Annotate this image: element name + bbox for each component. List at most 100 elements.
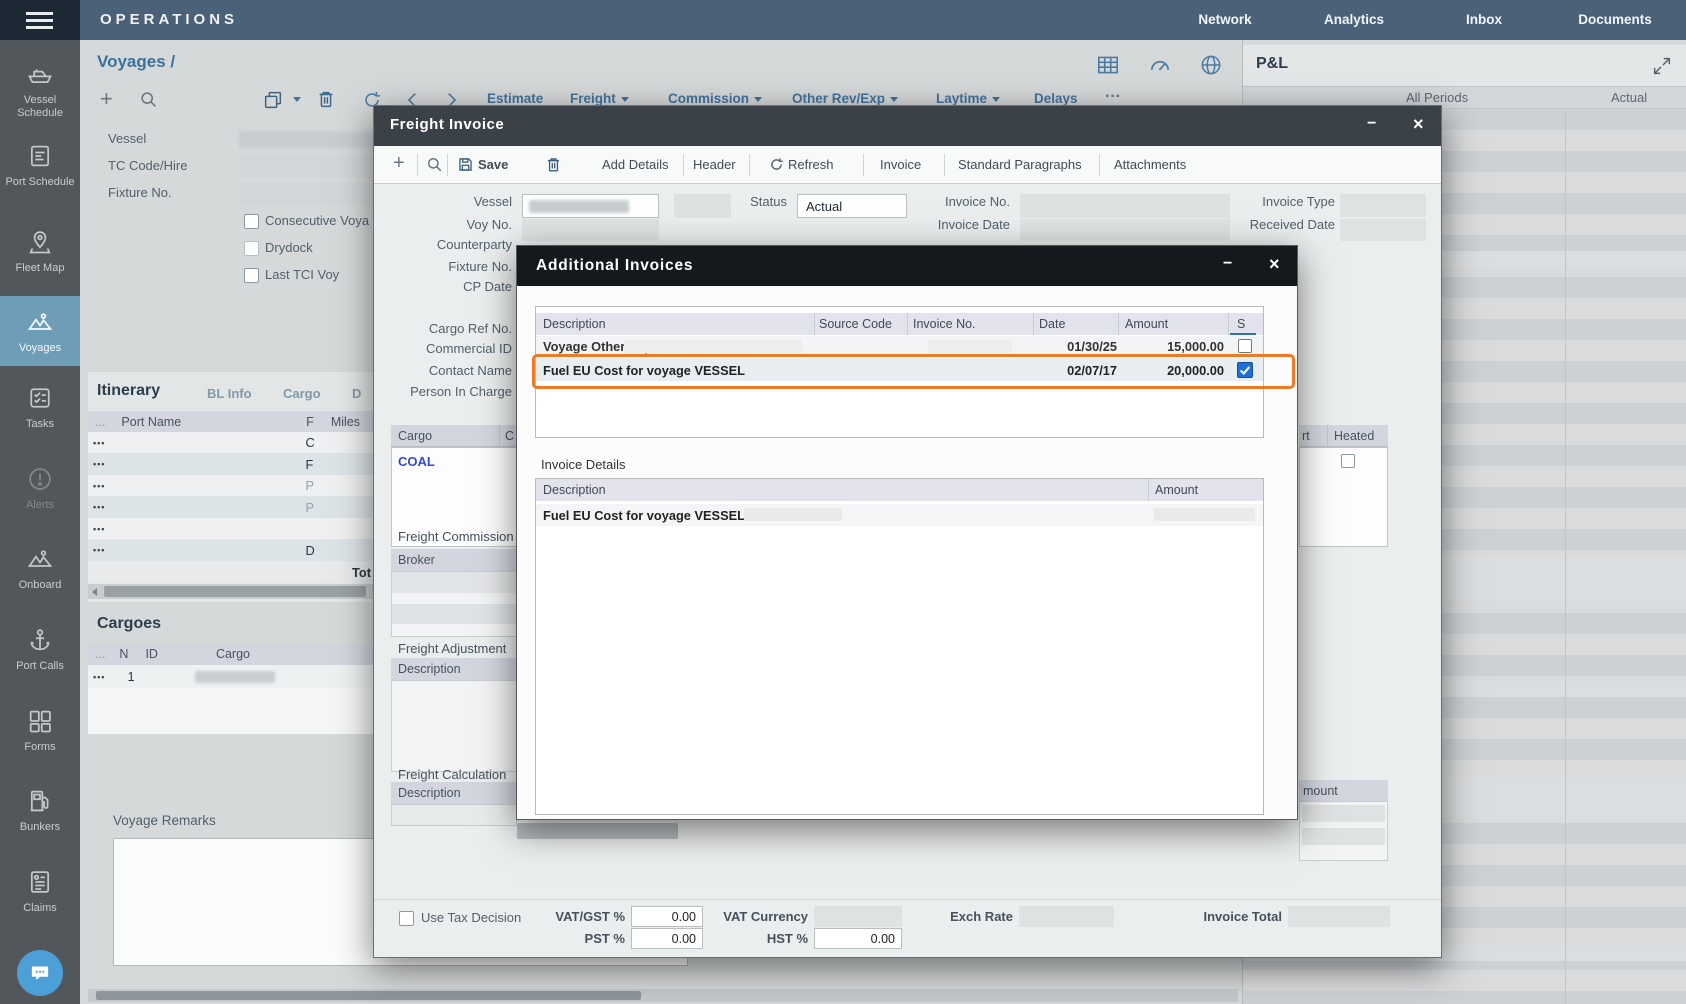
attachments-button[interactable]: Attachments xyxy=(1114,157,1186,172)
last-tci-voy-checkbox[interactable] xyxy=(244,268,259,283)
itinerary-row[interactable]: ••• P xyxy=(88,475,373,496)
sidebar-item-alerts[interactable]: Alerts xyxy=(0,465,80,512)
tab-cargo[interactable]: Cargo xyxy=(283,386,321,401)
tab-freight[interactable]: Freight xyxy=(570,91,629,106)
scroll-left-arrow-icon[interactable] xyxy=(92,588,97,596)
additional-invoices-titlebar[interactable]: Additional Invoices − × xyxy=(517,246,1297,286)
row-menu-icon[interactable]: ••• xyxy=(93,459,105,469)
row-menu-icon[interactable]: ••• xyxy=(93,524,105,534)
close-button[interactable]: × xyxy=(1413,114,1424,135)
more-options-button[interactable]: ··· xyxy=(1105,88,1121,106)
itinerary-row[interactable]: ••• F xyxy=(88,453,373,475)
hamburger-menu-icon[interactable] xyxy=(26,12,53,29)
details-row-fuel-eu-cost[interactable]: Fuel EU Cost for voyage VESSEL xyxy=(536,504,1263,526)
hst-field[interactable]: 0.00 xyxy=(814,928,902,949)
add-voyage-button[interactable]: + xyxy=(100,86,113,112)
globe-icon[interactable] xyxy=(1198,52,1224,78)
sidebar-item-tasks[interactable]: Tasks xyxy=(0,384,80,431)
col-description[interactable]: Description xyxy=(543,317,606,331)
delete-icon[interactable] xyxy=(315,88,337,110)
tab-estimate[interactable]: Estimate xyxy=(487,91,543,106)
pnl-col-all-periods[interactable]: All Periods xyxy=(1406,90,1468,105)
minimize-button[interactable]: − xyxy=(1223,255,1232,273)
copy-icon[interactable] xyxy=(262,89,284,111)
row-menu-icon[interactable]: ••• xyxy=(93,502,105,512)
row-menu-icon[interactable]: ••• xyxy=(93,481,105,491)
itinerary-row[interactable]: ••• P xyxy=(88,496,373,518)
fixture-no-field[interactable] xyxy=(239,183,379,205)
consecutive-voyage-checkbox[interactable] xyxy=(244,214,259,229)
pnl-col-actual[interactable]: Actual xyxy=(1611,90,1647,105)
fi-vessel-field[interactable] xyxy=(522,194,659,218)
main-h-scrollbar[interactable] xyxy=(88,989,1238,1002)
sidebar-item-port-calls[interactable]: Port Calls xyxy=(0,626,80,673)
header-button[interactable]: Header xyxy=(693,157,736,172)
tab-bl-info[interactable]: BL Info xyxy=(207,386,252,401)
fi-calculation-scrollbar[interactable] xyxy=(517,823,678,839)
save-icon[interactable] xyxy=(456,155,475,174)
refresh-icon[interactable] xyxy=(768,156,785,173)
tab-other-rev-exp[interactable]: Other Rev/Exp xyxy=(792,91,898,106)
col-source-code[interactable]: Source Code xyxy=(819,317,892,331)
sidebar-item-voyages[interactable]: Voyages xyxy=(0,296,80,366)
tab-d-cut[interactable]: D xyxy=(352,386,361,401)
sidebar-item-forms[interactable]: Forms xyxy=(0,707,80,754)
invoice-row-fuel-eu-cost[interactable]: Fuel EU Cost for voyage VESSEL 02/07/17 … xyxy=(536,358,1263,381)
itinerary-row[interactable]: ••• C xyxy=(88,432,373,453)
tab-delays[interactable]: Delays xyxy=(1034,91,1078,106)
select-checkbox[interactable] xyxy=(1238,339,1252,353)
row-menu-icon[interactable]: ••• xyxy=(93,438,105,448)
itinerary-h-scrollbar[interactable] xyxy=(88,584,373,599)
gauge-icon[interactable] xyxy=(1147,52,1173,78)
col-s[interactable]: S xyxy=(1237,317,1245,331)
tab-commission[interactable]: Commission xyxy=(668,91,762,106)
itinerary-row[interactable]: ••• D xyxy=(88,539,373,561)
add-button[interactable]: + xyxy=(393,152,405,175)
col-amount[interactable]: Amount xyxy=(1125,317,1168,331)
invoice-row-voyage-other-exp[interactable]: Voyage Other Exp: 01/30/25 15,000.00 xyxy=(536,336,1263,357)
fi-invoice-type-field[interactable] xyxy=(1340,194,1426,217)
vat-currency-field[interactable] xyxy=(814,906,902,927)
invoice-total-field[interactable] xyxy=(1288,906,1390,927)
grid-view-icon[interactable] xyxy=(1095,52,1121,78)
sidebar-item-bunkers[interactable]: Bunkers xyxy=(0,787,80,834)
standard-paragraphs-button[interactable]: Standard Paragraphs xyxy=(958,157,1082,172)
sidebar-item-fleet-map[interactable]: Fleet Map xyxy=(0,228,80,275)
fi-received-date-field[interactable] xyxy=(1340,219,1426,241)
search-icon[interactable] xyxy=(425,155,445,175)
sidebar-item-port-schedule[interactable]: Port Schedule xyxy=(0,142,80,189)
fi-invoice-date-field[interactable] xyxy=(1020,219,1230,241)
use-tax-decision-checkbox[interactable] xyxy=(399,911,414,926)
nav-analytics[interactable]: Analytics xyxy=(1324,12,1384,27)
row-menu-icon[interactable]: ••• xyxy=(93,672,105,682)
row-menu-icon[interactable]: ••• xyxy=(93,545,105,555)
col-description[interactable]: Description xyxy=(543,483,606,497)
sidebar-item-vessel-schedule[interactable]: Vessel Schedule xyxy=(0,60,80,120)
invoice-button[interactable]: Invoice xyxy=(880,157,921,172)
heated-checkbox[interactable] xyxy=(1341,454,1355,468)
nav-documents[interactable]: Documents xyxy=(1578,12,1652,27)
fi-voy-no-field[interactable] xyxy=(522,219,659,241)
add-details-button[interactable]: Add Details xyxy=(602,157,668,172)
tab-laytime[interactable]: Laytime xyxy=(936,91,1000,106)
chat-bubble-button[interactable] xyxy=(17,950,63,996)
exch-rate-field[interactable] xyxy=(1019,906,1114,927)
itinerary-row[interactable]: ••• xyxy=(88,518,373,539)
nav-network[interactable]: Network xyxy=(1198,12,1251,27)
nav-inbox[interactable]: Inbox xyxy=(1466,12,1502,27)
cargo-link[interactable]: COAL xyxy=(398,454,435,469)
save-button[interactable]: Save xyxy=(478,157,508,172)
freight-invoice-titlebar[interactable]: Freight Invoice − × xyxy=(374,106,1441,146)
tc-code-hire-field[interactable] xyxy=(239,156,379,178)
fi-invoice-no-field[interactable] xyxy=(1020,194,1230,218)
col-invoice-no[interactable]: Invoice No. xyxy=(913,317,976,331)
chevron-down-icon[interactable] xyxy=(293,97,301,102)
search-icon[interactable] xyxy=(138,89,160,111)
sidebar-item-onboard[interactable]: Onboard xyxy=(0,545,80,592)
delete-icon[interactable] xyxy=(544,155,563,174)
col-amount[interactable]: Amount xyxy=(1155,483,1198,497)
expand-icon[interactable] xyxy=(1651,55,1673,77)
col-date[interactable]: Date xyxy=(1039,317,1065,331)
sidebar-item-claims[interactable]: Claims xyxy=(0,868,80,915)
refresh-button[interactable]: Refresh xyxy=(788,157,834,172)
